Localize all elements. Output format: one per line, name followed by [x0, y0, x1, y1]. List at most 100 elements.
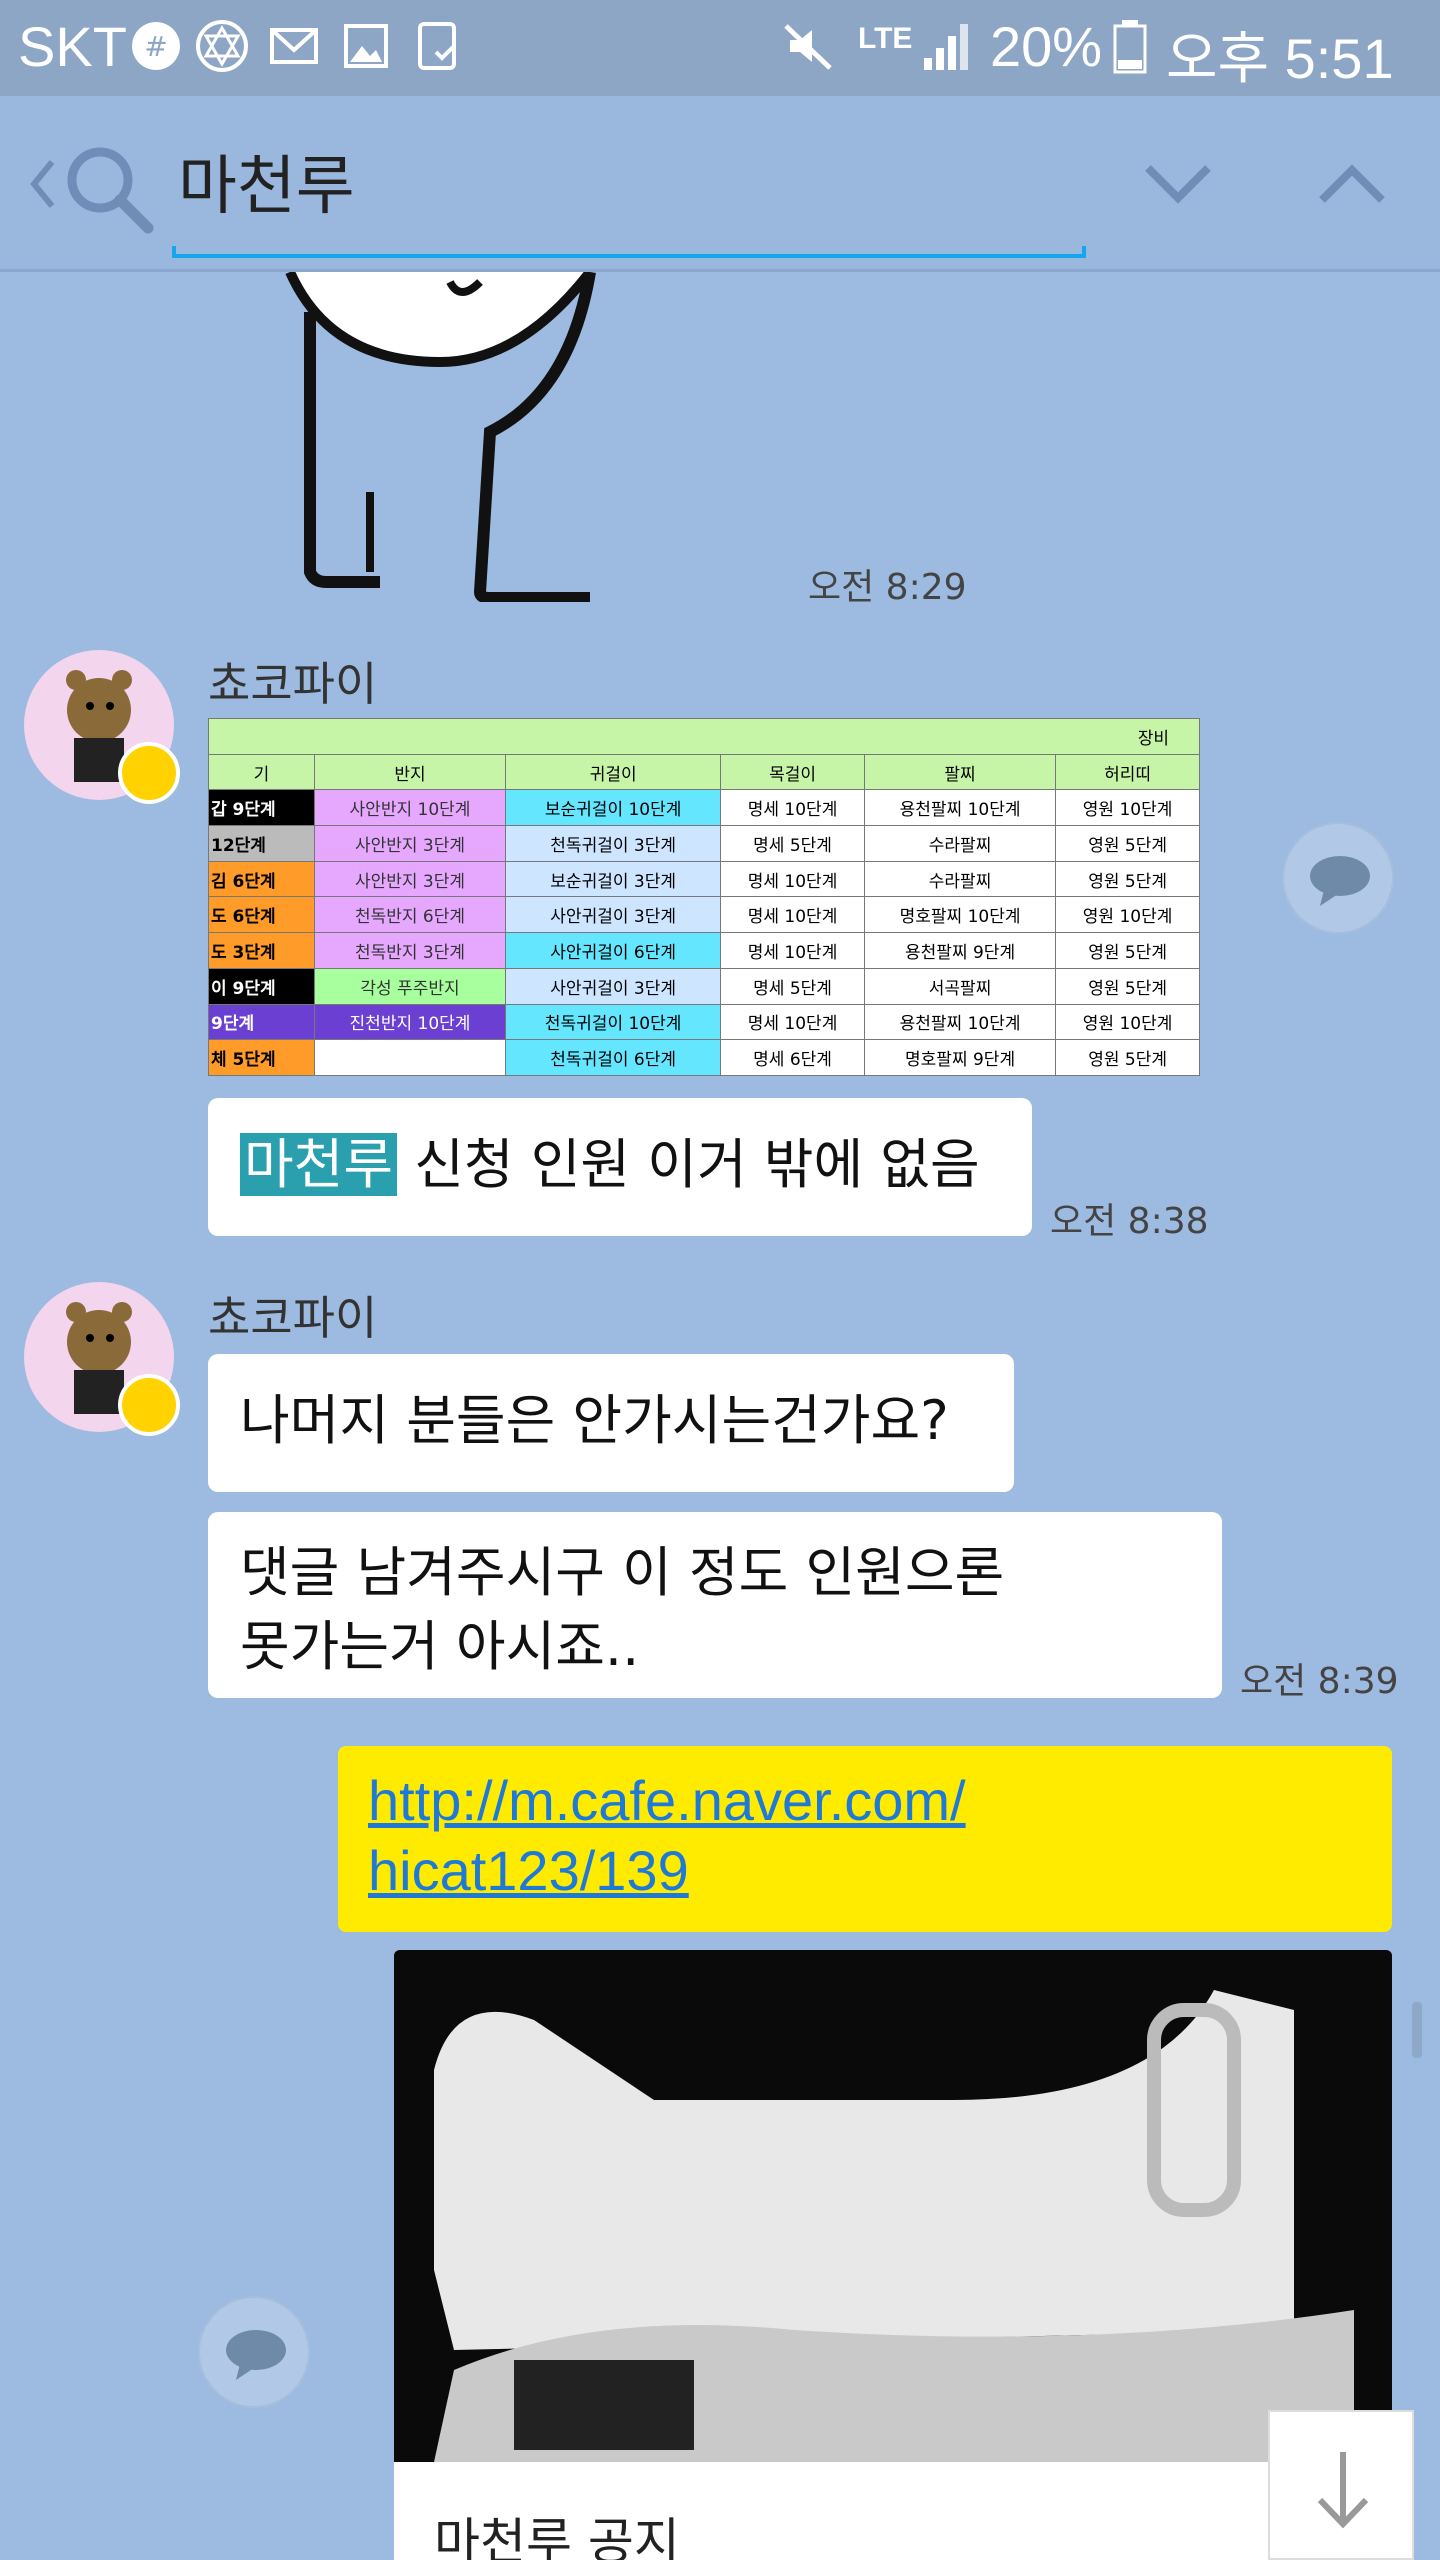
- next-result-icon[interactable]: [1138, 152, 1218, 216]
- search-icon: [67, 147, 154, 234]
- search-bar: [0, 96, 1440, 272]
- table-header-cell: 반지: [313, 753, 507, 791]
- table-row: 체 5단계 천독귀걸이 6단계 명세 6단계 명호팔찌 9단계 영원 5단계: [208, 1039, 1200, 1076]
- table-cell: 보순귀걸이 10단계: [505, 789, 722, 827]
- share-button[interactable]: [1282, 822, 1394, 934]
- message-text: 신청 인원 이거 밖에 없음: [397, 1133, 980, 1196]
- table-row: 12단계 사안반지 3단계 천독귀걸이 3단계 명세 5단계 수라팔찌 영원 5단계: [208, 825, 1200, 862]
- status-bar: SKT # LTE 20% 오후 5:51: [0, 0, 1440, 96]
- link-line[interactable]: http://m.cafe.naver.com/: [368, 1766, 1362, 1836]
- table-cell: 김 6단계: [208, 860, 315, 898]
- gear-table-image[interactable]: 장비 기 반지 귀걸이 목걸이 팔찌 허리띠 갑 9단계 사안반지 10단계 보순귀걸이 10단계…: [208, 718, 1200, 1076]
- message-bubble[interactable]: 나머지 분들은 안가시는건가요?: [208, 1354, 1014, 1492]
- mail-icon: [270, 28, 318, 64]
- search-underline: [172, 246, 1086, 258]
- table-cell: 영원 5단계: [1055, 1039, 1200, 1076]
- table-cell: 사안반지 3단계: [313, 860, 507, 898]
- mute-icon: [784, 24, 832, 70]
- table-cell: 갑 9단계: [208, 789, 315, 827]
- table-cell: 영원 5단계: [1055, 825, 1200, 862]
- table-cell: 이 9단계: [208, 967, 315, 1005]
- table-row: 도 3단계 천독반지 3단계 사안귀걸이 6단계 명세 10단계 용천팔찌 9단계 영원 …: [208, 932, 1200, 969]
- table-cell: 명세 6단계: [720, 1039, 865, 1076]
- message-text-line: 못가는거 아시죠..: [240, 1615, 640, 1678]
- back-icon[interactable]: [22, 132, 62, 236]
- table-cell: 영원 10단계: [1055, 896, 1200, 934]
- link: http://m.cafe.naver.com/ hicat123/139: [368, 1766, 1362, 1906]
- table-cell: 명세 10단계: [720, 896, 865, 934]
- arrow-down-icon: [1317, 2452, 1369, 2529]
- sender-name: 쵸코파이: [208, 1291, 378, 1345]
- table-cell: 명세 5단계: [720, 967, 865, 1005]
- message-text-line: 댓글 남겨주시구 이 정도 인원으론: [240, 1541, 1005, 1604]
- message-text: 나머지 분들은 안가시는건가요?: [240, 1389, 949, 1452]
- message-bubble[interactable]: 마천루 신청 인원 이거 밖에 없음: [208, 1098, 1032, 1236]
- table-header-cell: 기: [208, 753, 315, 791]
- scrollbar-thumb[interactable]: [1412, 2002, 1422, 2058]
- table-cell: 사안반지 3단계: [313, 825, 507, 862]
- table-title-row: 장비: [208, 718, 1200, 755]
- table-header-cell: 귀걸이: [505, 753, 722, 791]
- table-cell: 영원 10단계: [1055, 789, 1200, 827]
- table-cell: 도 6단계: [208, 896, 315, 934]
- table-cell: 체 5단계: [208, 1039, 315, 1076]
- table-cell: 명세 5단계: [720, 825, 865, 862]
- table-cell: 사안귀걸이 3단계: [505, 967, 722, 1005]
- table-cell: 천독귀걸이 3단계: [505, 825, 722, 862]
- speech-bubble-icon: [226, 2330, 286, 2380]
- table-row: 김 6단계 사안반지 3단계 보순귀걸이 3단계 명세 10단계 수라팔찌 영원 5단계: [208, 860, 1200, 898]
- table-cell: 각성 푸주반지: [313, 967, 507, 1005]
- sticker-image[interactable]: [270, 272, 750, 602]
- timestamp: 오전 8:38: [1050, 1201, 1209, 1242]
- table-cell: 명호팔찌 9단계: [863, 1039, 1057, 1076]
- table-cell: [313, 1039, 507, 1076]
- table-cell: 명세 10단계: [720, 789, 865, 827]
- table-cell: 천독반지 3단계: [313, 932, 507, 969]
- preview-title: 마천루 공지: [434, 2513, 680, 2560]
- table-cell: 12단계: [208, 825, 315, 862]
- battery-percent: 20%: [990, 15, 1103, 78]
- table-cell: 용천팔찌 10단계: [863, 789, 1057, 827]
- table-cell: 영원 10단계: [1055, 1003, 1200, 1041]
- timestamp: 오전 8:29: [808, 567, 967, 608]
- link-preview-card[interactable]: 마천루 공지: [394, 1950, 1392, 2560]
- table-cell: 수라팔찌: [863, 825, 1057, 862]
- table-title: 장비: [208, 718, 1200, 755]
- sender-name: 쵸코파이: [208, 657, 378, 711]
- signal-icon: [924, 24, 968, 70]
- table-cell: 명세 10단계: [720, 932, 865, 969]
- table-header-cell: 허리띠: [1055, 753, 1200, 791]
- svg-text:#: #: [144, 30, 167, 63]
- timestamp: 오전 8:39: [1240, 1661, 1399, 1702]
- star-of-david-icon: [196, 20, 248, 72]
- message-bubble[interactable]: 댓글 남겨주시구 이 정도 인원으론 못가는거 아시죠..: [208, 1512, 1222, 1698]
- table-cell: 영원 5단계: [1055, 860, 1200, 898]
- share-button[interactable]: [198, 2296, 310, 2408]
- table-cell: 사안귀걸이 3단계: [505, 896, 722, 934]
- search-input[interactable]: [178, 136, 1078, 226]
- table-cell: 보순귀걸이 3단계: [505, 860, 722, 898]
- avatar[interactable]: [24, 650, 180, 804]
- tablet-check-icon: [418, 22, 456, 70]
- previous-result-icon[interactable]: [1312, 152, 1392, 216]
- table-cell: 9단계: [208, 1003, 315, 1041]
- table-row: 갑 9단계 사안반지 10단계 보순귀걸이 10단계 명세 10단계 용천팔찌 10단계…: [208, 789, 1200, 827]
- table-cell: 수라팔찌: [863, 860, 1057, 898]
- link-line[interactable]: hicat123/139: [368, 1836, 1362, 1906]
- table-row: 이 9단계 각성 푸주반지 사안귀걸이 3단계 명세 5단계 서곡팔찌 영원 5단계: [208, 967, 1200, 1005]
- table-cell: 사안귀걸이 6단계: [505, 932, 722, 969]
- battery-icon: [1113, 20, 1147, 74]
- scroll-down-button[interactable]: [1268, 2410, 1414, 2560]
- table-cell: 명세 10단계: [720, 860, 865, 898]
- preview-image[interactable]: [394, 1950, 1392, 2462]
- network-type: LTE: [858, 22, 913, 55]
- search-highlight: 마천루: [240, 1133, 398, 1196]
- speech-bubble-icon: [1310, 856, 1370, 906]
- my-message-bubble[interactable]: http://m.cafe.naver.com/ hicat123/139: [338, 1746, 1392, 1932]
- table-row: 9단계 진천반지 10단계 천독귀걸이 10단계 명세 10단계 용천팔찌 10단계 영원…: [208, 1003, 1200, 1041]
- table-cell: 천독귀걸이 6단계: [505, 1039, 722, 1076]
- table-header-row: 기 반지 귀걸이 목걸이 팔찌 허리띠: [208, 753, 1200, 791]
- table-cell: 사안반지 10단계: [313, 789, 507, 827]
- crown-icon: [118, 742, 180, 804]
- avatar[interactable]: [24, 1282, 180, 1436]
